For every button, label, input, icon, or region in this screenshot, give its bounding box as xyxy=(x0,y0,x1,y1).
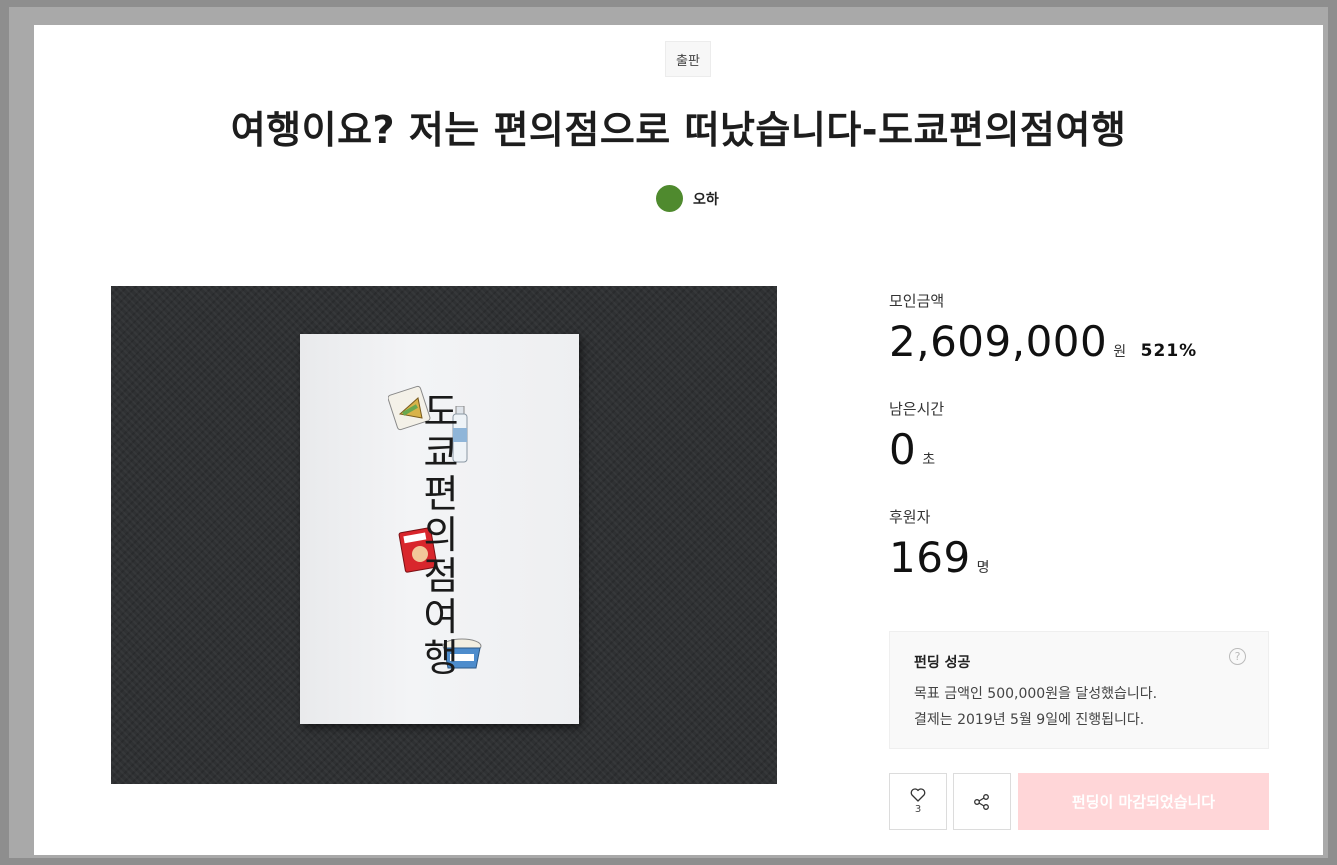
like-button[interactable]: 3 xyxy=(889,773,947,830)
creator-name[interactable]: 오하 xyxy=(693,189,719,209)
creator-info[interactable]: 오하 xyxy=(656,185,719,212)
amount-label: 모인금액 xyxy=(889,292,945,310)
time-unit: 초 xyxy=(922,452,936,468)
time-value: 0 xyxy=(889,425,917,474)
help-icon[interactable]: ? xyxy=(1229,648,1246,665)
funding-closed-button[interactable]: 펀딩이 마감되었습니다 xyxy=(1018,773,1269,830)
heart-icon xyxy=(910,788,926,802)
funding-result-box: 펀딩 성공 ? 목표 금액인 500,000원을 달성했습니다. 결제는 201… xyxy=(889,631,1269,749)
result-goal-text: 목표 금액인 500,000원을 달성했습니다. xyxy=(914,686,1158,702)
amount-value-row: 2,609,000 원 521% xyxy=(889,317,1197,366)
backers-value-row: 169 명 xyxy=(889,533,990,582)
creator-avatar[interactable] xyxy=(656,185,683,212)
amount-value: 2,609,000 xyxy=(889,317,1108,366)
project-title: 여행이요? 저는 편의점으로 떠났습니다-도쿄편의점여행 xyxy=(230,108,1127,152)
backers-unit: 명 xyxy=(976,560,991,576)
share-icon xyxy=(974,793,989,810)
project-page: 출판 여행이요? 저는 편의점으로 떠났습니다-도쿄편의점여행 오하 도쿄편의점… xyxy=(34,25,1323,855)
result-heading: 펀딩 성공 xyxy=(914,655,971,671)
amount-unit: 원 xyxy=(1113,344,1127,360)
time-label: 남은시간 xyxy=(889,400,945,418)
window-frame: 출판 여행이요? 저는 편의점으로 떠났습니다-도쿄편의점여행 오하 도쿄편의점… xyxy=(9,7,1328,858)
amount-percent: 521% xyxy=(1140,341,1198,361)
project-cover-image: 도쿄편의점여행 xyxy=(111,286,777,784)
book-cover: 도쿄편의점여행 xyxy=(300,334,579,724)
backers-label: 후원자 xyxy=(889,508,931,526)
time-value-row: 0초 xyxy=(889,425,936,474)
category-badge[interactable]: 출판 xyxy=(665,41,711,77)
book-cover-title: 도쿄편의점여행 xyxy=(423,390,459,680)
result-payment-text: 결제는 2019년 5월 9일에 진행됩니다. xyxy=(914,712,1145,728)
like-count: 3 xyxy=(914,804,922,815)
share-button[interactable] xyxy=(953,773,1011,830)
backers-value: 169 xyxy=(889,533,971,582)
